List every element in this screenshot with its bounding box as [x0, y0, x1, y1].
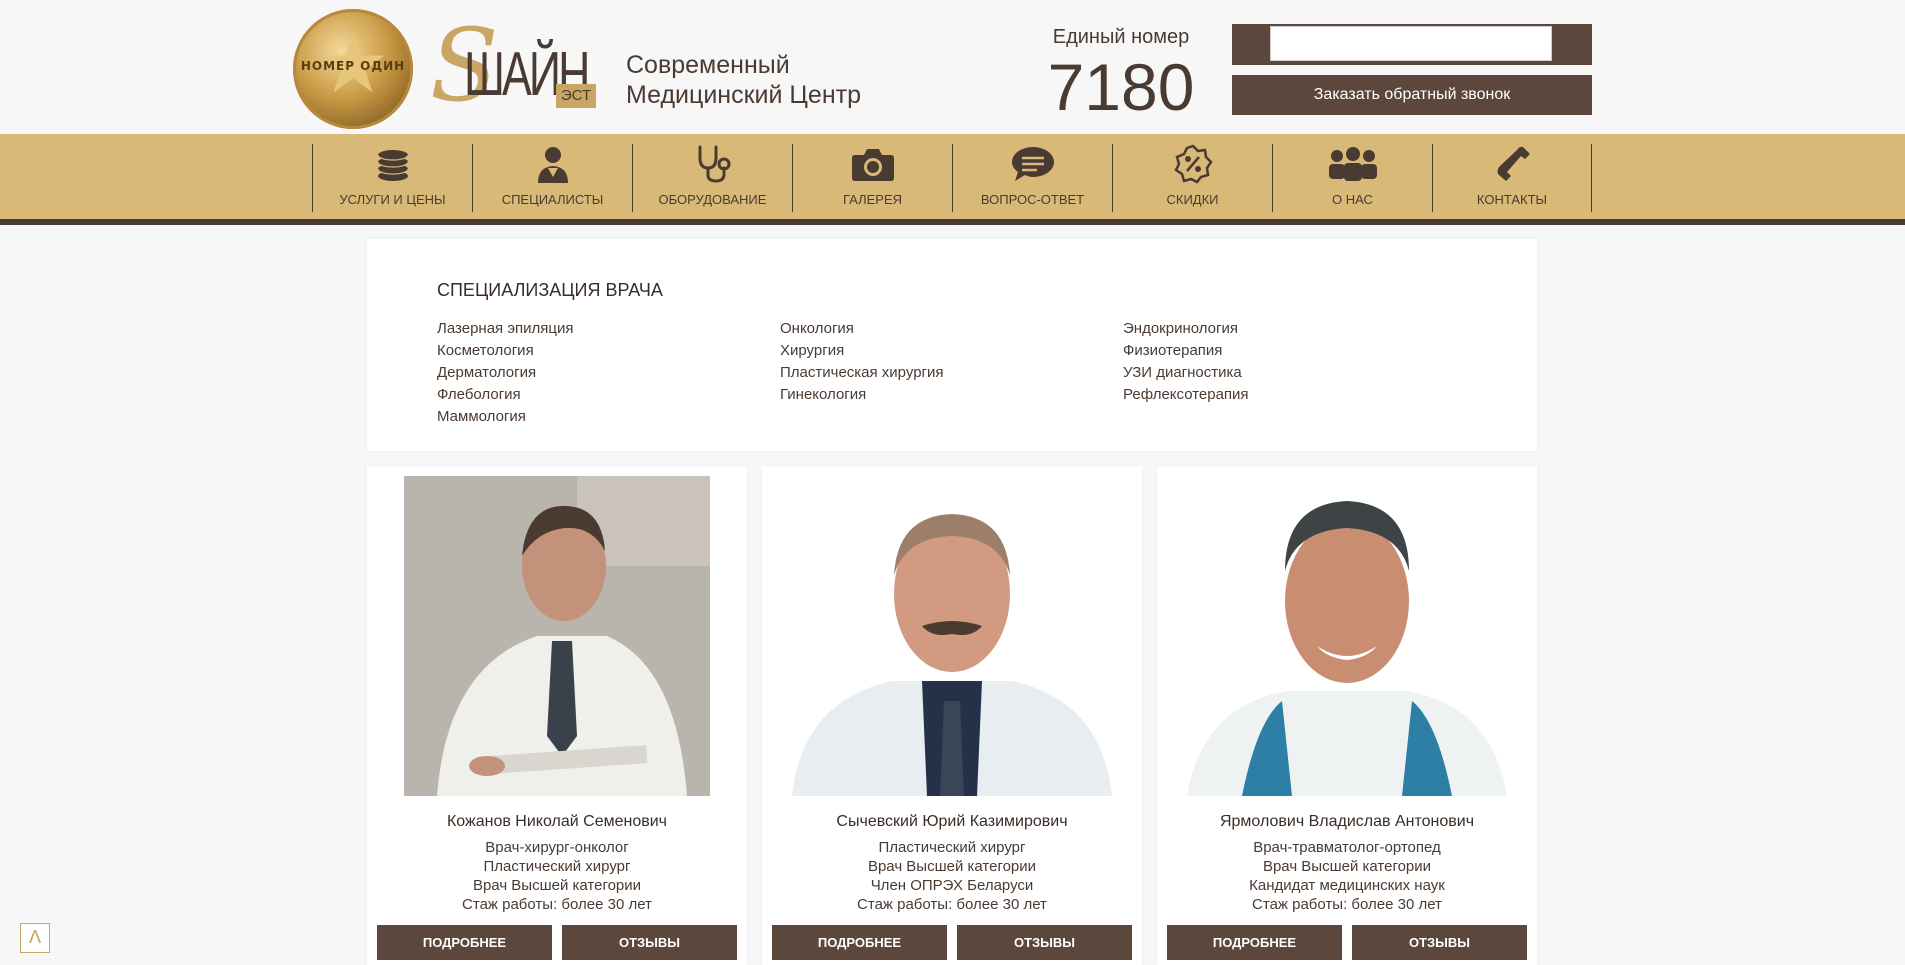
doctor-details: Пластический хирург Врач Высшей категори… — [762, 838, 1142, 914]
nav-item-specialists[interactable]: СПЕЦИАЛИСТЫ — [472, 144, 632, 212]
nav-item-contacts[interactable]: КОНТАКТЫ — [1432, 144, 1592, 212]
doctor-detail: Стаж работы: более 30 лет — [462, 896, 652, 913]
doctor-detail: Врач-травматолог-ортопед — [1253, 839, 1441, 856]
specialization-link[interactable]: Флебология — [437, 384, 737, 406]
tagline-line2: Медицинский Центр — [626, 81, 861, 109]
phone-icon — [1433, 144, 1591, 184]
tagline-line1: Современный — [626, 51, 790, 79]
specialization-link[interactable]: Рефлексотерапия — [1123, 384, 1423, 406]
doctor-card: Ярмолович Владислав Антонович Врач-травм… — [1157, 466, 1537, 965]
site-header: ★ НОМЕР ОДИН S ШАЙН ЭСТ Современный Меди… — [0, 0, 1905, 134]
doctor-detail: Пластический хирург — [878, 839, 1026, 856]
coins-icon — [313, 144, 472, 184]
nav-label: КОНТАКТЫ — [1476, 192, 1548, 207]
specialization-link[interactable]: Хирургия — [780, 340, 1080, 362]
specialization-link[interactable]: Дерматология — [437, 362, 737, 384]
more-button[interactable]: ПОДРОБНЕЕ — [1167, 925, 1342, 960]
nav-item-equipment[interactable]: ОБОРУДОВАНИЕ — [632, 144, 792, 212]
doctor-details: Врач-травматолог-ортопед Врач Высшей кат… — [1157, 838, 1537, 914]
doctor-photo[interactable] — [377, 476, 737, 796]
nav-item-gallery[interactable]: ГАЛЕРЕЯ — [792, 144, 952, 212]
nav-item-discounts[interactable]: СКИДКИ — [1112, 144, 1272, 212]
nav-label: УСЛУГИ И ЦЕНЫ — [339, 192, 446, 207]
search-input[interactable] — [1270, 26, 1552, 61]
reviews-button[interactable]: ОТЗЫВЫ — [1352, 925, 1527, 960]
doctor-detail: Кандидат медицинских наук — [1249, 877, 1445, 894]
reviews-button[interactable]: ОТЗЫВЫ — [562, 925, 737, 960]
doctor-detail: Врач-хирург-онколог — [485, 839, 629, 856]
callback-button[interactable]: Заказать обратный звонок — [1232, 75, 1592, 115]
specialization-column: Онкология Хирургия Пластическая хирургия… — [780, 318, 1080, 406]
specialization-link[interactable]: Эндокринология — [1123, 318, 1423, 340]
phone-number[interactable]: 7180 — [1046, 50, 1196, 124]
award-medal-logo: ★ НОМЕР ОДИН — [293, 9, 413, 129]
site-tagline: Современный Медицинский Центр — [626, 50, 861, 110]
specialization-panel: СПЕЦИАЛИЗАЦИЯ ВРАЧА Лазерная эпиляция Ко… — [367, 239, 1537, 451]
specialization-link[interactable]: Физиотерапия — [1123, 340, 1423, 362]
doctor-icon — [473, 144, 632, 184]
nav-label: СКИДКИ — [1166, 192, 1219, 207]
doctor-detail: Стаж работы: более 30 лет — [1252, 896, 1442, 913]
logo-suffix: ЭСТ — [556, 84, 596, 108]
doctor-name[interactable]: Сычевский Юрий Казимирович — [762, 813, 1142, 831]
doctor-detail: Пластический хирург — [483, 858, 631, 875]
phone-label: Единый номер — [1052, 26, 1190, 48]
specialization-link[interactable]: Гинекология — [780, 384, 1080, 406]
doctor-detail: Стаж работы: более 30 лет — [857, 896, 1047, 913]
specialization-link[interactable]: Пластическая хирургия — [780, 362, 1080, 384]
people-icon — [1273, 144, 1432, 184]
nav-label: ОБОРУДОВАНИЕ — [658, 192, 767, 207]
nav-item-about[interactable]: О НАС — [1272, 144, 1432, 212]
specialization-column: Эндокринология Физиотерапия УЗИ диагност… — [1123, 318, 1423, 406]
specialization-link[interactable]: УЗИ диагностика — [1123, 362, 1423, 384]
nav-item-services[interactable]: УСЛУГИ И ЦЕНЫ — [312, 144, 472, 212]
search-box — [1232, 24, 1592, 65]
specialization-title: СПЕЦИАЛИЗАЦИЯ ВРАЧА — [437, 280, 663, 300]
doctor-detail: Врач Высшей категории — [1262, 858, 1432, 875]
specialization-link[interactable]: Косметология — [437, 340, 737, 362]
scroll-top-button[interactable]: Λ — [20, 923, 50, 953]
nav-item-faq[interactable]: ВОПРОС-ОТВЕТ — [952, 144, 1112, 212]
nav-label: ВОПРОС-ОТВЕТ — [980, 192, 1085, 207]
more-button[interactable]: ПОДРОБНЕЕ — [377, 925, 552, 960]
discount-icon — [1113, 144, 1272, 184]
main-nav: УСЛУГИ И ЦЕНЫ СПЕЦИАЛИСТЫ ОБОРУДОВАНИЕ Г… — [0, 134, 1905, 225]
doctor-detail: Член ОПРЭХ Беларуси — [870, 877, 1034, 894]
camera-icon — [793, 144, 952, 184]
nav-label: СПЕЦИАЛИСТЫ — [501, 192, 604, 207]
doctor-details: Врач-хирург-онколог Пластический хирург … — [367, 838, 747, 914]
specialization-link[interactable]: Онкология — [780, 318, 1080, 340]
chat-icon — [953, 144, 1112, 184]
reviews-button[interactable]: ОТЗЫВЫ — [957, 925, 1132, 960]
doctor-detail: Врач Высшей категории — [867, 858, 1037, 875]
doctor-photo[interactable] — [1167, 476, 1527, 796]
specialization-column: Лазерная эпиляция Косметология Дерматоло… — [437, 318, 737, 428]
nav-label: О НАС — [1332, 192, 1373, 207]
medal-text: НОМЕР ОДИН — [300, 59, 406, 73]
doctor-photo[interactable] — [772, 476, 1132, 796]
doctor-card: Кожанов Николай Семенович Врач-хирург-он… — [367, 466, 747, 965]
nav-label: ГАЛЕРЕЯ — [842, 192, 903, 207]
doctor-name[interactable]: Ярмолович Владислав Антонович — [1157, 813, 1537, 831]
more-button[interactable]: ПОДРОБНЕЕ — [772, 925, 947, 960]
doctor-card: Сычевский Юрий Казимирович Пластический … — [762, 466, 1142, 965]
specialization-link[interactable]: Маммология — [437, 406, 737, 428]
doctor-detail: Врач Высшей категории — [472, 877, 642, 894]
specialization-link[interactable]: Лазерная эпиляция — [437, 318, 737, 340]
stethoscope-icon — [633, 144, 792, 184]
doctor-name[interactable]: Кожанов Николай Семенович — [367, 813, 747, 831]
brand-logo[interactable]: S ШАЙН ЭСТ — [430, 14, 605, 124]
